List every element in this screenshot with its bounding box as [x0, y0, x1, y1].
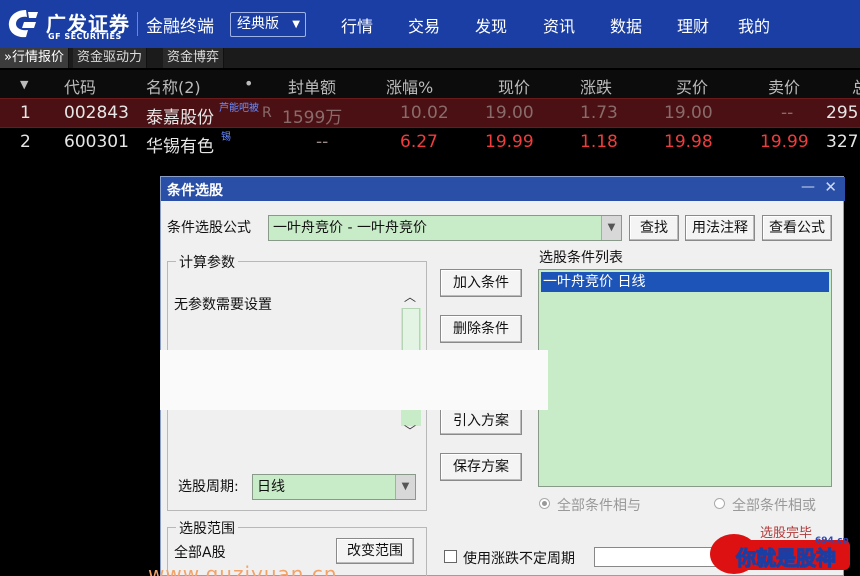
row-index: 1	[20, 103, 31, 123]
col-dot[interactable]: •	[244, 74, 253, 93]
change-range-button[interactable]: 改变范围	[336, 538, 414, 564]
bid-price: 19.00	[664, 103, 713, 123]
flag-tag: R	[262, 105, 272, 121]
col-price[interactable]: 现价	[498, 74, 530, 98]
stock-code: 600301	[64, 132, 129, 152]
view-formula-button[interactable]: 查看公式	[762, 215, 832, 241]
watermark-url: www.guziyuan.cn	[148, 562, 338, 576]
gf-logo: 广发证券 GF SECURITIES	[6, 6, 136, 42]
watermark-text: 你就是股神	[736, 546, 837, 571]
stock-name: 华锡有色	[146, 137, 214, 157]
seal-amount: --	[316, 132, 329, 152]
minimize-icon[interactable]: —	[801, 179, 815, 195]
usage-notes-button[interactable]: 用法注释	[685, 215, 755, 241]
ask-price: --	[781, 103, 794, 123]
tab-quotes[interactable]: »行情报价	[0, 48, 69, 68]
condition-list[interactable]: 一叶舟竞价 日线	[538, 269, 832, 487]
nav-item-trade[interactable]: 交易	[408, 13, 440, 37]
scroll-up-icon[interactable]: ︿	[404, 288, 416, 305]
params-group-title: 计算参数	[176, 252, 238, 272]
nav-item-data[interactable]: 数据	[610, 13, 642, 37]
formula-label: 条件选股公式	[167, 220, 251, 236]
close-icon[interactable]: ✕	[824, 178, 837, 196]
radio-or[interactable]	[714, 498, 725, 509]
overlay-block	[160, 350, 548, 410]
formula-value: 一叶舟竞价 - 一叶舟竞价	[273, 220, 427, 236]
radio-and[interactable]	[539, 498, 550, 509]
table-row[interactable]: 1 002843 泰嘉股份 芦能吧被 R 1599万 10.02 19.00 1…	[0, 98, 860, 128]
dialog-titlebar[interactable]: 条件选股 — ✕	[161, 177, 845, 201]
condition-list-title: 选股条件列表	[539, 250, 623, 266]
range-group-title: 选股范围	[176, 518, 238, 538]
nav-item-finance[interactable]: 理财	[677, 13, 709, 37]
row-index: 2	[20, 132, 31, 152]
col-change[interactable]: 涨跌	[580, 74, 612, 98]
concept-tag: 锡	[221, 132, 231, 143]
table-row[interactable]: 2 600301 华锡有色 锡 -- 6.27 19.99 1.18 19.98…	[0, 128, 860, 158]
total-volume: 327	[826, 132, 859, 152]
nav-item-news[interactable]: 资讯	[543, 13, 575, 37]
chevron-down-icon[interactable]: ▼	[601, 216, 621, 240]
dialog-title: 条件选股	[167, 183, 223, 199]
logo-text-en: GF SECURITIES	[48, 32, 122, 41]
radio-or-label[interactable]: 全部条件相或	[732, 495, 816, 515]
tab-bar: »行情报价 资金驱动力 资金博弈	[0, 48, 860, 68]
variable-period-checkbox[interactable]	[444, 550, 457, 563]
stock-code: 002843	[64, 103, 129, 123]
ask-price: 19.99	[760, 132, 809, 152]
nav-item-discover[interactable]: 发现	[475, 13, 507, 37]
top-header-bar: 广发证券 GF SECURITIES 金融终端 经典版 ▼ 行情 交易 发现 资…	[0, 0, 860, 48]
radio-and-label[interactable]: 全部条件相与	[557, 495, 641, 515]
edition-label: 经典版	[237, 16, 279, 32]
nav-item-quotes[interactable]: 行情	[341, 13, 373, 37]
period-value: 日线	[257, 479, 285, 495]
price: 19.00	[485, 103, 534, 123]
change-pct: 6.27	[400, 132, 438, 152]
range-value: 全部A股	[174, 545, 226, 561]
col-ask[interactable]: 卖价	[768, 74, 800, 98]
total-volume: 295	[826, 103, 859, 123]
chevron-down-icon[interactable]: ▼	[395, 475, 415, 499]
import-scheme-button[interactable]: 引入方案	[440, 407, 522, 435]
change-pct: 10.02	[400, 103, 449, 123]
period-label: 选股周期:	[178, 479, 239, 495]
formula-select[interactable]: 一叶舟竞价 - 一叶舟竞价 ▼	[268, 215, 622, 241]
gf-logo-icon	[8, 10, 38, 38]
chevron-down-icon: ▼	[292, 19, 300, 30]
change: 1.18	[580, 132, 618, 152]
tab-fund-game[interactable]: 资金博弈	[163, 48, 225, 68]
col-bid[interactable]: 买价	[676, 74, 708, 98]
col-seal-amount[interactable]: 封单额	[288, 74, 336, 98]
col-change-pct[interactable]: 涨幅%	[386, 74, 433, 98]
edition-dropdown[interactable]: 经典版 ▼	[230, 12, 306, 37]
variable-period-label[interactable]: 使用涨跌不定周期	[463, 548, 575, 568]
list-item[interactable]: 一叶舟竞价 日线	[541, 272, 829, 292]
tab-fund-drive[interactable]: 资金驱动力	[73, 48, 148, 68]
concept-tag: 芦能吧被	[219, 103, 259, 114]
price: 19.99	[485, 132, 534, 152]
add-condition-button[interactable]: 加入条件	[440, 269, 522, 297]
seal-amount: 1599万	[282, 108, 343, 128]
save-scheme-button[interactable]: 保存方案	[440, 453, 522, 481]
app-title: 金融终端	[146, 17, 214, 37]
col-name[interactable]: 名称(2)	[146, 74, 201, 98]
col-total[interactable]: 总	[852, 74, 860, 98]
col-code[interactable]: 代码	[64, 74, 96, 98]
scroll-down-icon[interactable]: ﹀	[404, 422, 416, 439]
sort-arrow-icon[interactable]: ▼	[20, 78, 28, 91]
table-header: ▼ 代码 名称(2) • 封单额 涨幅% 现价 涨跌 买价 卖价 总	[0, 70, 860, 98]
stock-name: 泰嘉股份	[146, 108, 214, 128]
bid-price: 19.98	[664, 132, 713, 152]
header-divider	[137, 12, 138, 36]
delete-condition-button[interactable]: 删除条件	[440, 315, 522, 343]
period-select[interactable]: 日线 ▼	[252, 474, 416, 500]
params-text: 无参数需要设置	[174, 297, 272, 313]
nav-item-mine[interactable]: 我的	[738, 13, 770, 37]
find-button[interactable]: 查找	[629, 215, 679, 241]
change: 1.73	[580, 103, 618, 123]
